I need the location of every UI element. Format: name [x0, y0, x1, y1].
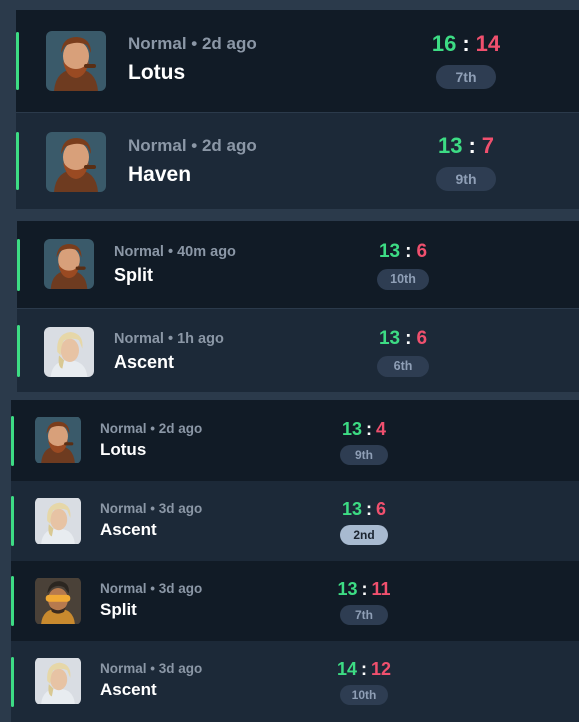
match-mode-time: Normal • 2d ago [100, 421, 203, 436]
enemy-score: 11 [371, 579, 391, 599]
team-score: 13 [341, 419, 362, 439]
score-block: 13:6 2nd [326, 499, 402, 545]
map-name: Ascent [114, 352, 175, 372]
match-score: 13:6 [326, 499, 402, 520]
match-row[interactable]: Normal • 2d ago Lotus 13:4 9th [11, 400, 579, 481]
team-score: 13 [378, 328, 401, 349]
win-indicator [17, 324, 20, 377]
placement-badge: 9th [340, 445, 388, 465]
placement-badge: 2nd [340, 525, 388, 545]
match-row[interactable]: Normal • 1h ago Ascent 13:6 6th [17, 309, 579, 392]
bearded-agent-icon [46, 132, 106, 192]
match-score: 13:7 [416, 133, 516, 159]
match-score: 13:6 [363, 328, 443, 350]
score-separator: : [366, 499, 372, 519]
win-indicator [11, 656, 14, 707]
placement-badge: 7th [340, 605, 388, 625]
map-name: Lotus [100, 440, 147, 459]
map-name: Ascent [100, 520, 157, 539]
score-block: 13:6 10th [363, 241, 443, 290]
team-score: 13 [337, 579, 358, 599]
enemy-score: 14 [475, 31, 501, 56]
score-separator: : [468, 133, 476, 158]
match-row[interactable]: Normal • 40m ago Split 13:6 10th [17, 221, 579, 308]
score-block: 13:7 9th [416, 133, 516, 191]
match-mode-time: Normal • 2d ago [128, 34, 257, 53]
placement-badge: 6th [377, 356, 429, 377]
win-indicator [11, 496, 14, 546]
team-score: 13 [437, 133, 463, 158]
team-score: 13 [341, 499, 362, 519]
score-separator: : [462, 31, 470, 56]
map-name: Ascent [100, 680, 157, 699]
team-score: 13 [378, 241, 401, 262]
enemy-score: 12 [371, 659, 392, 679]
score-separator: : [361, 659, 367, 679]
visor-agent-icon [35, 577, 81, 625]
match-row[interactable]: Normal • 3d ago Ascent 13:6 2nd [11, 481, 579, 561]
map-name: Split [100, 600, 137, 619]
placement-badge: 9th [436, 167, 496, 191]
win-indicator [16, 132, 19, 190]
match-mode-time: Normal • 3d ago [100, 661, 203, 676]
bearded-agent-icon [46, 31, 106, 91]
match-row[interactable]: Normal • 2d ago Lotus 16:14 7th [16, 10, 579, 112]
match-row[interactable]: Normal • 2d ago Haven 13:7 9th [16, 113, 579, 209]
match-score: 14:12 [326, 659, 402, 680]
score-block: 13:6 6th [363, 328, 443, 377]
placement-badge: 10th [377, 269, 429, 290]
placement-badge: 7th [436, 65, 496, 89]
score-block: 14:12 10th [326, 659, 402, 705]
win-indicator [16, 32, 19, 90]
match-score: 13:4 [326, 419, 402, 440]
score-block: 13:11 7th [326, 579, 402, 625]
enemy-score: 6 [416, 328, 428, 349]
team-score: 16 [431, 31, 457, 56]
score-separator: : [366, 419, 372, 439]
team-score: 14 [336, 659, 357, 679]
score-separator: : [405, 328, 412, 349]
score-block: 16:14 7th [416, 31, 516, 89]
bearded-agent-icon [44, 239, 94, 289]
map-name: Haven [128, 163, 192, 186]
score-separator: : [361, 579, 368, 599]
score-separator: : [405, 241, 412, 262]
map-name: Split [114, 265, 153, 285]
match-mode-time: Normal • 3d ago [100, 581, 203, 596]
enemy-score: 7 [481, 133, 495, 158]
blond-agent-icon [44, 327, 94, 377]
bearded-agent-icon [35, 416, 81, 464]
enemy-score: 4 [376, 419, 387, 439]
match-score: 13:6 [363, 241, 443, 263]
score-block: 13:4 9th [326, 419, 402, 465]
enemy-score: 6 [416, 241, 428, 262]
blond-agent-icon [35, 497, 81, 545]
win-indicator [11, 415, 14, 466]
blond-agent-icon [35, 657, 81, 705]
win-indicator [17, 238, 20, 291]
match-mode-time: Normal • 1h ago [114, 331, 224, 347]
match-row[interactable]: Normal • 3d ago Split 13:11 7th [11, 561, 579, 641]
enemy-score: 6 [376, 499, 387, 519]
match-score: 16:14 [416, 31, 516, 57]
match-row[interactable]: Normal • 3d ago Ascent 14:12 10th [11, 641, 579, 722]
map-name: Lotus [128, 61, 186, 84]
match-mode-time: Normal • 3d ago [100, 501, 203, 516]
match-score: 13:11 [326, 579, 402, 600]
placement-badge: 10th [340, 685, 388, 705]
match-mode-time: Normal • 40m ago [114, 244, 236, 260]
match-mode-time: Normal • 2d ago [128, 136, 257, 155]
win-indicator [11, 576, 14, 626]
